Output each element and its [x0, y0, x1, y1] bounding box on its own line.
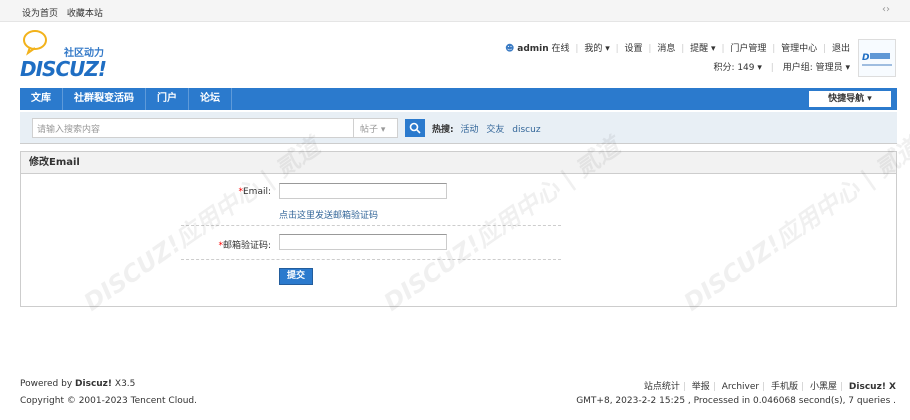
discuz-link[interactable]: Discuz!: [75, 379, 112, 389]
panel-title: 修改Email: [21, 152, 896, 174]
discuz-x-link[interactable]: Discuz! X: [849, 382, 896, 392]
divider: [181, 259, 561, 260]
admin-center-link[interactable]: 管理中心: [781, 44, 817, 54]
footer-link[interactable]: 站点统计: [644, 382, 680, 392]
divider: [181, 225, 561, 226]
send-code-link[interactable]: 点击这里发送邮箱验证码: [279, 208, 378, 221]
hot-search-label: 热搜:: [432, 125, 454, 135]
code-label: *邮箱验证码:: [218, 241, 271, 251]
top-bar: 设为首页 收藏本站 ‹›: [0, 0, 910, 22]
main-nav: 文库 社群裂变活码 门户 论坛 快捷导航 ▾: [20, 88, 897, 110]
nav-item-library[interactable]: 文库: [20, 88, 63, 110]
user-menu: ☻ admin 在线 | 我的 ▾ | 设置 | 消息 | 提醒 ▾ | 门户管…: [504, 44, 850, 54]
server-info: GMT+8, 2023-2-2 15:25 , Processed in 0.0…: [576, 396, 896, 406]
powered-by: Powered by Discuz! X3.5: [20, 379, 136, 389]
user-icon: ☻: [504, 44, 515, 54]
user-stats: 积分: 149 ▾ | 用户组: 管理员 ▾: [713, 63, 850, 73]
copyright: Copyright © 2001-2023 Tencent Cloud.: [20, 396, 197, 406]
portal-manage-link[interactable]: 门户管理: [730, 44, 766, 54]
remind-menu[interactable]: 提醒 ▾: [690, 44, 715, 54]
footer-links: 站点统计 | 举报 | Archiver | 手机版 | 小黑屋 | Discuz! X: [643, 382, 896, 392]
points-menu[interactable]: 积分: 149 ▾: [713, 63, 761, 73]
username-link[interactable]: admin: [517, 44, 548, 54]
logout-link[interactable]: 退出: [832, 44, 850, 54]
nav-item-live-code[interactable]: 社群裂变活码: [63, 88, 146, 110]
hot-tag[interactable]: discuz: [512, 125, 540, 135]
email-field[interactable]: [279, 183, 447, 199]
messages-link[interactable]: 消息: [657, 44, 675, 54]
favorite-link[interactable]: 收藏本站: [67, 9, 103, 19]
footer-link[interactable]: 手机版: [771, 382, 798, 392]
hot-tag[interactable]: 交友: [486, 125, 504, 135]
svg-text:D: D: [862, 53, 870, 63]
email-code-field[interactable]: [279, 234, 447, 250]
hot-tag[interactable]: 活动: [460, 125, 478, 135]
hot-search: 热搜: 活动 交友 discuz: [432, 122, 546, 135]
avatar-logo-icon: D: [862, 53, 892, 66]
footer-link[interactable]: Archiver: [722, 382, 759, 392]
usergroup-menu[interactable]: 用户组: 管理员 ▾: [783, 63, 850, 73]
version: X3.5: [114, 379, 136, 389]
logo-wordmark: DISCUZ!: [20, 57, 107, 81]
search-bar: 请输入搜索内容 帖子 ▾ 热搜: 活动 交友 discuz: [20, 112, 897, 144]
avatar[interactable]: D: [858, 39, 896, 77]
quick-nav-button[interactable]: 快捷导航 ▾: [809, 91, 891, 107]
email-label: *Email:: [238, 187, 271, 197]
search-icon: [409, 122, 421, 134]
footer-link[interactable]: 小黑屋: [810, 382, 837, 392]
settings-link[interactable]: 设置: [625, 44, 643, 54]
search-scope-select[interactable]: 帖子 ▾: [354, 118, 398, 138]
nav-item-portal[interactable]: 门户: [146, 88, 189, 110]
set-home-link[interactable]: 设为首页: [22, 9, 58, 19]
search-input[interactable]: 请输入搜索内容: [32, 118, 354, 138]
online-status[interactable]: 在线: [552, 44, 570, 54]
my-menu[interactable]: 我的 ▾: [584, 44, 609, 54]
nav-item-forum[interactable]: 论坛: [189, 88, 232, 110]
change-email-panel: 修改Email *Email: 点击这里发送邮箱验证码 *邮箱验证码: 提交: [20, 151, 897, 307]
search-button[interactable]: [405, 119, 425, 137]
toggle-width-icon[interactable]: ‹›: [882, 4, 890, 15]
submit-button[interactable]: 提交: [279, 268, 313, 285]
footer-link[interactable]: 举报: [692, 382, 710, 392]
